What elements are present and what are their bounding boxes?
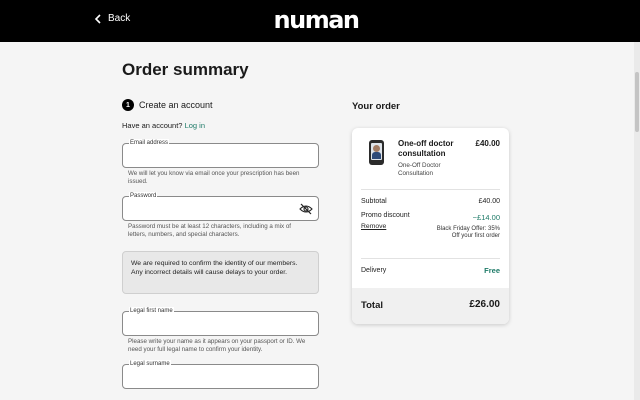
promo-value: −£14.00 bbox=[472, 213, 500, 222]
password-help: Password must be at least 12 characters,… bbox=[128, 223, 292, 238]
surname-field[interactable]: Legal surname bbox=[122, 360, 319, 389]
login-link[interactable]: Log in bbox=[185, 121, 205, 130]
your-order-heading: Your order bbox=[352, 101, 400, 112]
product-price: £40.00 bbox=[475, 139, 500, 148]
step-number: 1 bbox=[122, 99, 134, 111]
remove-promo-link[interactable]: Remove bbox=[361, 223, 386, 230]
step-indicator: 1 Create an account bbox=[122, 99, 213, 111]
back-label: Back bbox=[108, 13, 131, 24]
password-label: Password bbox=[129, 192, 158, 200]
identity-notice: We are required to confirm the identity … bbox=[122, 251, 319, 294]
password-field[interactable]: Password bbox=[122, 192, 319, 221]
page-title: Order summary bbox=[122, 60, 249, 79]
have-account-text: Have an account? Log in bbox=[122, 121, 205, 130]
subtotal-label: Subtotal bbox=[361, 198, 387, 205]
product-subtitle: One-Off Doctor Consultation bbox=[398, 162, 441, 177]
product-image bbox=[369, 140, 384, 165]
first-name-input[interactable] bbox=[129, 318, 299, 331]
surname-input[interactable] bbox=[129, 371, 299, 384]
have-account-label: Have an account? bbox=[122, 121, 183, 130]
email-help: We will let you know via email once your… bbox=[128, 170, 300, 185]
top-bar: Back numan bbox=[0, 0, 640, 42]
total-value: £26.00 bbox=[469, 299, 500, 310]
order-summary-card: One-off doctor consultation One-Off Doct… bbox=[352, 128, 509, 324]
delivery-label: Delivery bbox=[361, 267, 387, 274]
email-field[interactable]: Email address bbox=[122, 139, 319, 168]
step-label: Create an account bbox=[139, 100, 213, 110]
email-input[interactable] bbox=[129, 150, 299, 163]
offer-note: Black Friday Offer: 35% Off your first o… bbox=[436, 226, 500, 240]
subtotal-value: £40.00 bbox=[478, 198, 500, 205]
scrollbar[interactable] bbox=[634, 42, 640, 400]
numan-logo[interactable]: numan bbox=[270, 6, 362, 34]
chevron-left-icon bbox=[94, 13, 101, 24]
first-name-label: Legal first name bbox=[129, 307, 174, 315]
total-bar: Total £26.00 bbox=[352, 288, 509, 324]
surname-label: Legal surname bbox=[129, 360, 171, 368]
total-label: Total bbox=[361, 300, 383, 311]
divider bbox=[361, 189, 500, 190]
first-name-help: Please write your name as it appears on … bbox=[128, 338, 306, 353]
delivery-value: Free bbox=[484, 266, 500, 275]
product-name: One-off doctor consultation bbox=[398, 139, 454, 158]
scrollbar-thumb[interactable] bbox=[635, 72, 639, 132]
eye-slash-icon[interactable] bbox=[299, 203, 313, 215]
promo-label: Promo discount bbox=[361, 212, 410, 219]
back-button[interactable]: Back bbox=[94, 13, 130, 24]
email-label: Email address bbox=[129, 139, 170, 147]
divider bbox=[361, 258, 500, 259]
password-input[interactable] bbox=[129, 203, 299, 216]
first-name-field[interactable]: Legal first name bbox=[122, 307, 319, 336]
